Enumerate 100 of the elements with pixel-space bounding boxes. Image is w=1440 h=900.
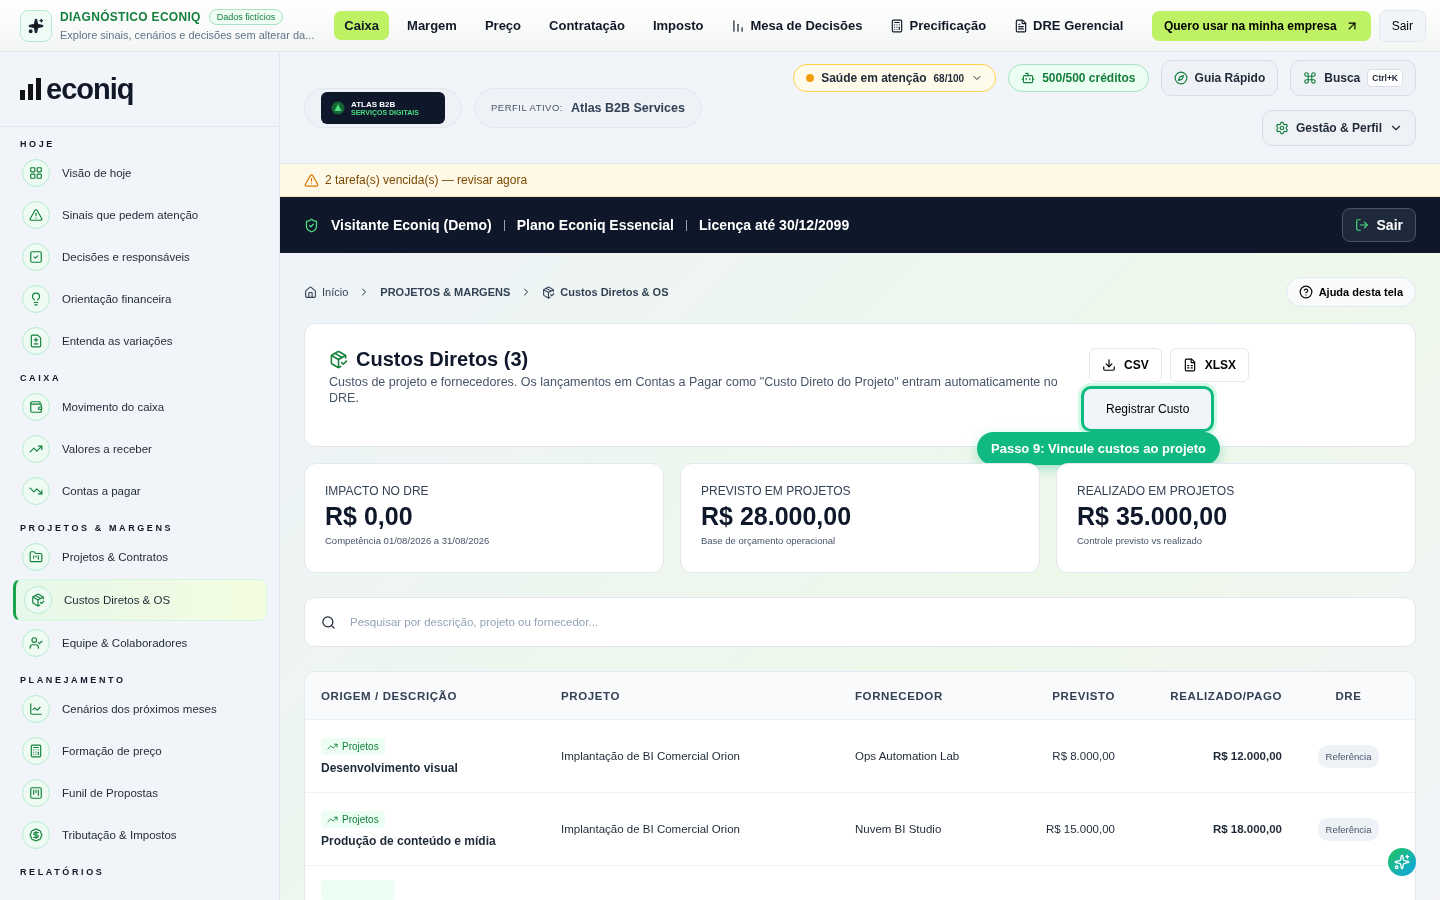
- sidebar-item[interactable]: Equipe & Colaboradores: [13, 623, 267, 663]
- column-header: ORIGEM / DESCRIÇÃO: [321, 689, 459, 702]
- sidebar-item[interactable]: Funil de Propostas: [13, 773, 267, 813]
- breadcrumb-link[interactable]: Custos Diretos & OS: [542, 285, 669, 299]
- stat-label: PREVISTO EM PROJETOS: [701, 484, 852, 498]
- tab-icon: [1014, 18, 1029, 33]
- table-cell-text: R$ 15.000,00: [1044, 823, 1115, 835]
- stat-note: Base de orçamento operacional: [701, 535, 837, 546]
- menu-glyph-icon: [29, 208, 43, 222]
- sidebar-item[interactable]: Contas a pagar: [13, 471, 267, 511]
- compass-icon: [1173, 71, 1188, 85]
- logo-text: econiq: [46, 72, 134, 106]
- search-icon: [321, 614, 336, 630]
- sidebar-item[interactable]: Custos Diretos & OS: [13, 579, 267, 621]
- sidebar-item[interactable]: Cenários dos próximos meses: [13, 689, 267, 729]
- spreadsheet-icon: [1182, 358, 1197, 372]
- health-button[interactable]: Saúde em atenção 68/100: [793, 64, 997, 92]
- section-title: HOJE: [20, 139, 56, 149]
- exit-button[interactable]: Sair: [1378, 9, 1426, 42]
- help-button[interactable]: Ajuda desta tela: [1285, 277, 1416, 307]
- credits-button[interactable]: 500/500 créditos: [1008, 64, 1149, 92]
- guide-button[interactable]: Guia Rápido: [1160, 60, 1279, 96]
- section-title: PLANEJAMENTO: [20, 675, 127, 685]
- help-icon: [1298, 285, 1313, 299]
- nav-tab[interactable]: Margem: [397, 11, 467, 40]
- dre-badge: Referência: [1317, 744, 1380, 768]
- tour-tooltip: Passo 9: Vincule custos ao projeto: [977, 432, 1221, 465]
- sidebar-item[interactable]: Orientação financeira: [13, 279, 267, 319]
- settings-icon: [1274, 121, 1289, 135]
- profile-chip[interactable]: PERFIL ATIVO: Atlas B2B Services: [474, 87, 702, 128]
- search-button[interactable]: Busca Ctrl+K: [1290, 60, 1416, 96]
- logout-button[interactable]: Sair: [1341, 208, 1416, 242]
- stat-note: Controle previsto vs realizado: [1077, 535, 1204, 546]
- dre-badge: Referência: [1317, 817, 1380, 841]
- sidebar-item[interactable]: Tributação & Impostos: [13, 815, 267, 855]
- logout-icon: [1354, 218, 1369, 232]
- download-icon: [1102, 358, 1116, 372]
- breadcrumb-link[interactable]: Início: [304, 285, 349, 299]
- column-header: PROJETO: [561, 689, 621, 702]
- column-header: REALIZADO/PAGO: [1169, 689, 1282, 702]
- app-subtitle: Explore sinais, cenários e decisões sem alterar da...: [60, 28, 315, 42]
- command-icon: [1303, 71, 1318, 85]
- nav-tab[interactable]: Mesa de Decisões: [721, 11, 873, 40]
- account-info: Plano Econiq Essencial: [516, 217, 674, 233]
- table-cell-text: Implantação de BI Comercial Orion: [561, 750, 741, 762]
- breadcrumb-link[interactable]: PROJETOS & MARGENS: [380, 286, 511, 298]
- stat-value: R$ 35.000,00: [1077, 502, 1229, 531]
- nav-tab[interactable]: Precificação: [880, 11, 997, 40]
- alert-text[interactable]: 2 tarefa(s) vencida(s) — revisar agora: [325, 173, 528, 187]
- settings-button[interactable]: Gestão & Perfil: [1261, 110, 1416, 146]
- tab-icon: [731, 18, 746, 33]
- table-cell-text: Nuvem BI Studio: [855, 823, 943, 835]
- warning-icon: [304, 172, 319, 188]
- demo-badge: Dados fictícios: [208, 9, 284, 25]
- sidebar-item[interactable]: Visão de hoje: [13, 153, 267, 193]
- table-cell-text: Ops Automation Lab: [855, 750, 961, 762]
- tab-icon: [890, 18, 905, 33]
- section-title: RELATÓRIOS: [20, 867, 106, 877]
- sidebar-item[interactable]: Valores a receber: [13, 429, 267, 469]
- cost-description: Desenvolvimento visual: [321, 760, 458, 775]
- register-cost-button[interactable]: Registrar Custo: [1081, 386, 1215, 432]
- menu-glyph-icon: [31, 593, 45, 607]
- sidebar-item[interactable]: Sinais que pedem atenção: [13, 195, 267, 235]
- menu-glyph-icon: [29, 400, 43, 414]
- sparkle-icon: [28, 17, 44, 34]
- table-cell-text: R$ 8.000,00: [1051, 750, 1115, 762]
- nav-tab[interactable]: Caixa: [334, 11, 390, 40]
- status-dot: [806, 74, 815, 82]
- menu-glyph-icon: [29, 292, 43, 306]
- sidebar-item[interactable]: Projetos & Contratos: [13, 537, 267, 577]
- nav-tab[interactable]: Imposto: [642, 11, 714, 40]
- sidebar-item[interactable]: Formação de preço: [13, 731, 267, 771]
- sidebar-item[interactable]: Movimento do caixa: [13, 387, 267, 427]
- search-bar[interactable]: Pesquisar por descrição, projeto ou fornecedor...: [304, 597, 1416, 647]
- stat-label: IMPACTO NO DRE: [325, 484, 430, 498]
- package-icon: [329, 350, 348, 369]
- export-button[interactable]: CSV: [1089, 348, 1162, 382]
- stat-note: Competência 01/08/2026 a 31/08/2026: [325, 535, 491, 546]
- table-cell-text: R$ 12.000,00: [1211, 750, 1282, 762]
- nav-tab[interactable]: Preço: [474, 11, 532, 40]
- table-cell-text: Implantação de BI Comercial Orion: [561, 823, 741, 835]
- home-icon: [304, 285, 317, 299]
- nav-tab[interactable]: DRE Gerencial: [1004, 11, 1134, 40]
- table-cell-text: R$ 18.000,00: [1211, 823, 1282, 835]
- cta-button[interactable]: Quero usar na minha empresa: [1151, 10, 1371, 41]
- sidebar-item[interactable]: Decisões e responsáveis: [13, 237, 267, 277]
- export-button[interactable]: XLSX: [1169, 348, 1250, 382]
- stat-value: R$ 0,00: [325, 502, 414, 531]
- menu-glyph-icon: [29, 828, 43, 842]
- menu-glyph-icon: [29, 250, 43, 264]
- sidebar-item[interactable]: Entenda as variações: [13, 321, 267, 361]
- account-info: Licença até 30/12/2099: [698, 217, 850, 233]
- cost-description: Produção de conteúdo e mídia: [321, 833, 496, 848]
- column-header: FORNECEDOR: [855, 689, 944, 702]
- stat-value: R$ 28.000,00: [701, 502, 853, 531]
- nav-tab[interactable]: Contratação: [539, 11, 635, 40]
- shield-check-icon: [304, 217, 319, 233]
- menu-glyph-icon: [29, 334, 43, 348]
- menu-glyph-icon: [29, 744, 43, 758]
- app-title: DIAGNÓSTICO ECONIQ: [60, 10, 201, 24]
